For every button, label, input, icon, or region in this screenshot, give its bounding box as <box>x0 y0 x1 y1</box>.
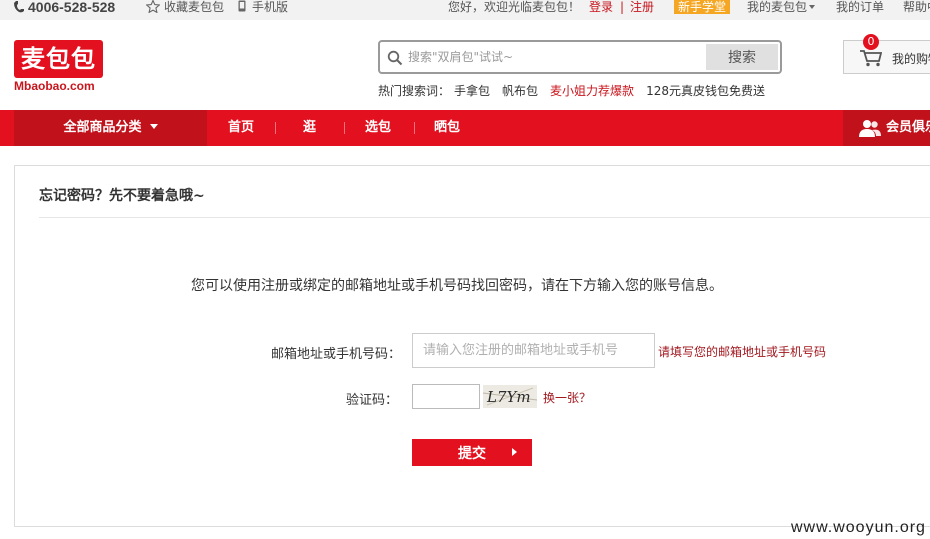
submit-label: 提交 <box>458 445 486 462</box>
cart-count-badge: 0 <box>863 34 879 50</box>
hot-term[interactable]: 手拿包 <box>454 84 490 98</box>
account-field-hint: 请填写您的邮箱地址或手机号码 <box>658 345 827 359</box>
page-title: 忘记密码？先不要着急哦~ <box>39 188 205 204</box>
mobile-phone-icon <box>238 0 246 12</box>
member-club-link[interactable]: 会员俱乐 <box>843 110 930 146</box>
instruction-text: 您可以使用注册或绑定的邮箱地址或手机号码找回密码，请在下方输入您的账号信息。 <box>191 278 723 294</box>
site-logo-domain: Mbaobao.com <box>14 79 95 93</box>
captcha-label: 验证码： <box>346 393 399 408</box>
my-account-menu[interactable]: 我的麦包包 <box>747 0 816 20</box>
title-divider <box>39 217 930 218</box>
main-nav: 全部商品分类 首页 逛 选包 晒包 会员俱乐 <box>0 110 930 146</box>
favorite-label: 收藏麦包包 <box>164 0 225 14</box>
help-link[interactable]: 帮助中 <box>903 0 930 20</box>
watermark: www.wooyun.org <box>791 519 926 536</box>
phone-icon <box>14 1 24 13</box>
search-button[interactable]: 搜索 <box>706 44 778 70</box>
search-icon <box>387 50 403 66</box>
hot-term[interactable]: 帆布包 <box>502 84 538 98</box>
login-link[interactable]: 登录 <box>589 0 613 20</box>
top-utility-bar: 4006-528-528 收藏麦包包 手机版 您好，欢迎光临麦包包！ 登录 | … <box>0 0 930 20</box>
my-orders-link[interactable]: 我的订单 <box>836 0 884 20</box>
chevron-down-icon <box>149 124 158 129</box>
shopping-cart-icon <box>860 50 882 67</box>
nav-divider <box>275 122 276 134</box>
mobile-link[interactable]: 手机版 <box>238 0 288 20</box>
nav-home[interactable]: 首页 <box>228 110 254 146</box>
site-logo[interactable]: 麦包包 <box>14 40 103 78</box>
register-link[interactable]: 注册 <box>630 0 654 20</box>
favorite-link[interactable]: 收藏麦包包 <box>145 0 225 20</box>
captcha-input[interactable] <box>412 384 480 409</box>
login-register-separator: | <box>620 0 625 14</box>
member-club-label: 会员俱乐 <box>886 120 930 135</box>
hot-term-highlight[interactable]: 麦小姐力荐爆款 <box>550 84 634 98</box>
my-account-label: 我的麦包包 <box>747 0 808 14</box>
hot-searches: 热门搜索词： 手拿包 帆布包 麦小姐力荐爆款 128元真皮钱包免费送 <box>378 82 777 99</box>
newbie-guide-link[interactable]: 新手学堂 <box>674 0 731 14</box>
arrow-right-icon <box>512 448 517 456</box>
hotline: 4006-528-528 <box>14 0 115 20</box>
forgot-password-panel: 忘记密码？先不要着急哦~ 您可以使用注册或绑定的邮箱地址或手机号码找回密码，请在… <box>14 165 930 527</box>
hotline-number: 4006-528-528 <box>28 0 116 15</box>
all-categories-menu[interactable]: 全部商品分类 <box>14 110 207 146</box>
nav-show-bag[interactable]: 晒包 <box>434 110 460 146</box>
account-input[interactable] <box>412 333 655 368</box>
nav-browse[interactable]: 逛 <box>303 110 316 146</box>
cart-button[interactable]: 0 我的购物 <box>843 34 930 74</box>
account-field-label: 邮箱地址或手机号码： <box>271 347 402 362</box>
search-bar: 搜索 <box>378 40 782 74</box>
users-icon <box>859 120 881 137</box>
nav-divider <box>344 122 345 134</box>
nav-divider <box>414 122 415 134</box>
chevron-down-icon <box>809 5 816 9</box>
hot-term[interactable]: 128元真皮钱包免费送 <box>646 84 765 98</box>
refresh-captcha-link[interactable]: 换一张？ <box>543 389 591 406</box>
cart-label: 我的购物 <box>892 52 930 66</box>
nav-pick-bag[interactable]: 选包 <box>365 110 391 146</box>
captcha-text: L7Ym <box>486 388 531 406</box>
mobile-label: 手机版 <box>252 0 289 14</box>
submit-button[interactable]: 提交 <box>412 439 532 466</box>
all-categories-label: 全部商品分类 <box>63 120 142 135</box>
star-icon <box>145 0 161 14</box>
search-input[interactable] <box>408 47 708 67</box>
captcha-image[interactable]: L7Ym <box>483 385 537 408</box>
hot-searches-label: 热门搜索词： <box>378 84 451 98</box>
greeting-text: 您好，欢迎光临麦包包！ <box>448 0 581 14</box>
